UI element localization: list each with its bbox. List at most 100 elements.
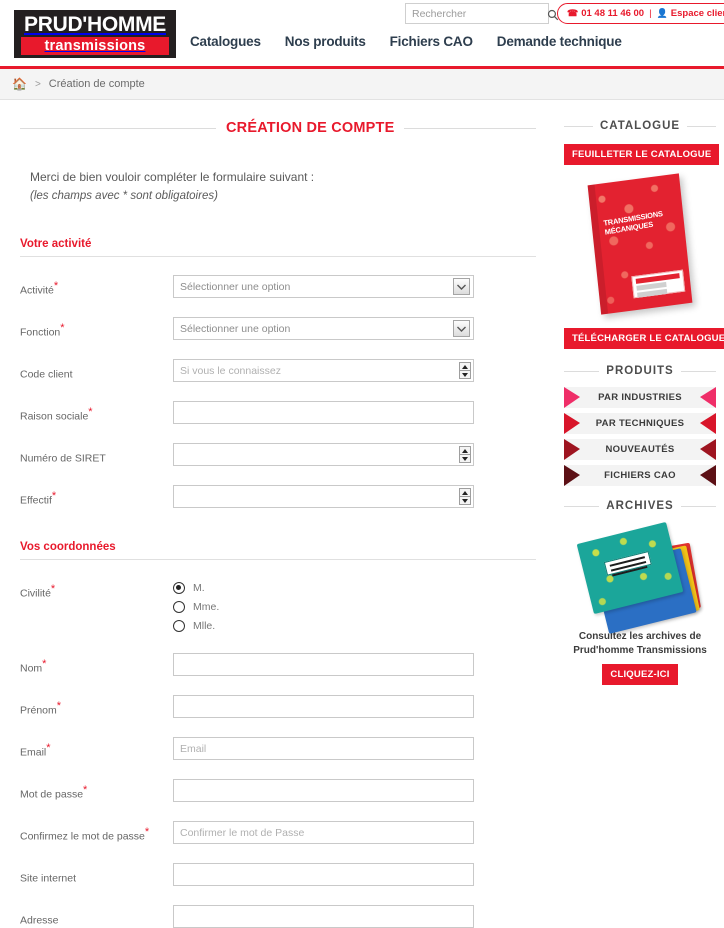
produits-label: PAR INDUSTRIES (598, 392, 682, 403)
field-site-internet: Site internet (20, 845, 536, 887)
produits-item-fichiers-cao[interactable]: FICHIERS CAO (564, 465, 716, 486)
siret-input[interactable] (173, 443, 474, 466)
fonction-select[interactable]: Sélectionner une option (173, 317, 474, 340)
field-activite: Activité* Sélectionner une option (20, 257, 536, 299)
telecharger-catalogue-button[interactable]: TÉLÉCHARGER LE CATALOGUE (564, 328, 724, 349)
field-label-adresse: Adresse (20, 905, 173, 927)
required-marker: * (56, 700, 62, 712)
confirmez-input[interactable] (173, 821, 474, 844)
field-control-confirmez (173, 821, 474, 844)
field-control-prenom (173, 695, 474, 718)
produits-item-par-industries[interactable]: PAR INDUSTRIES (564, 387, 716, 408)
field-code-client: Code client (20, 341, 536, 383)
archives-image[interactable] (564, 520, 716, 634)
radio-icon-m[interactable] (173, 581, 185, 594)
catalogue-heading-text: CATALOGUE (599, 120, 681, 132)
arrow-right-icon (564, 387, 580, 408)
catalogue-book: TRANSMISSIONS MÉCANIQUES (587, 172, 693, 315)
archives-book-stack (576, 521, 702, 634)
field-label-civilite: Civilité* (20, 578, 173, 600)
spinner-up-icon[interactable] (460, 447, 470, 455)
field-control-adresse: Adresse * (173, 905, 474, 928)
field-label-siret: Numéro de SIRET (20, 443, 173, 465)
required-marker: * (46, 742, 51, 754)
field-control-site-internet (173, 863, 474, 886)
spinner-down-icon[interactable] (460, 455, 470, 462)
activite-select[interactable]: Sélectionner une option (173, 275, 474, 298)
label-text: Adresse (20, 914, 59, 927)
radio-icon-mme[interactable] (173, 600, 185, 613)
label-text: Nom (20, 662, 43, 675)
nav-item-demande-technique[interactable]: Demande technique (497, 34, 622, 49)
spinner-up-icon[interactable] (460, 363, 470, 371)
field-control-siret (173, 443, 474, 466)
produits-item-par-techniques[interactable]: PAR TECHNIQUES (564, 413, 716, 434)
heading-rule-left (564, 505, 600, 507)
phone-icon: ☎ (567, 8, 579, 18)
label-text: Fonction (20, 326, 61, 339)
spinner-down-icon[interactable] (460, 497, 470, 504)
label-text: Effectif (20, 494, 52, 507)
label-text: Activité (20, 284, 54, 297)
spinner-up-icon[interactable] (460, 489, 470, 497)
field-adresse: Adresse Adresse * (20, 887, 536, 928)
heading-rule-right (680, 505, 716, 507)
radio-option-m[interactable]: M. (173, 578, 474, 597)
field-control-raison-sociale (173, 401, 474, 424)
code-client-input[interactable] (173, 359, 474, 382)
heading-rule-left (564, 125, 593, 127)
radio-option-mme[interactable]: Mme. (173, 597, 474, 616)
produits-label: NOUVEAUTÉS (605, 444, 675, 455)
spinner-down-icon[interactable] (460, 371, 470, 378)
adresse-input[interactable] (173, 905, 474, 928)
chevron-down-icon[interactable] (453, 320, 470, 337)
label-text: Email (20, 746, 47, 759)
user-icon: 👤 (656, 8, 668, 18)
nav-item-catalogues[interactable]: Catalogues (190, 34, 261, 49)
number-spinner[interactable] (459, 446, 471, 463)
site-internet-input[interactable] (173, 863, 474, 886)
sidebar-heading-catalogue: CATALOGUE (564, 120, 716, 132)
produits-label: FICHIERS CAO (604, 470, 676, 481)
phone-number[interactable]: 01 48 11 46 00 (581, 8, 644, 19)
home-icon[interactable]: 🏠 (12, 77, 27, 91)
field-label-fonction: Fonction* (20, 317, 173, 339)
produits-label: PAR TECHNIQUES (595, 418, 685, 429)
field-label-confirmez: Confirmez le mot de passe* (20, 821, 173, 843)
effectif-input[interactable] (173, 485, 474, 508)
feuilleter-catalogue-button[interactable]: FEUILLETER LE CATALOGUE (564, 144, 720, 165)
radio-icon-mlle[interactable] (173, 619, 185, 632)
archives-cliquez-ici-button[interactable]: CLIQUEZ-ICI (602, 664, 678, 685)
label-text: Site internet (20, 872, 77, 885)
field-mot-de-passe: Mot de passe* (20, 761, 536, 803)
produits-item-nouveautes[interactable]: NOUVEAUTÉS (564, 439, 716, 460)
label-text: Mot de passe (20, 788, 84, 801)
logo-primary-text: PRUD'HOMME (24, 13, 166, 36)
nav-item-nos-produits[interactable]: Nos produits (285, 34, 366, 49)
arrow-left-icon (700, 387, 716, 408)
form-intro: Merci de bien vouloir compléter le formu… (30, 168, 556, 206)
radio-option-mlle[interactable]: Mlle. (173, 616, 474, 635)
nav-item-fichiers-cao[interactable]: Fichiers CAO (390, 34, 473, 49)
prenom-input[interactable] (173, 695, 474, 718)
raison-sociale-input[interactable] (173, 401, 474, 424)
chevron-down-icon[interactable] (453, 278, 470, 295)
nom-input[interactable] (173, 653, 474, 676)
archives-text-line-1: Consultez les archives de (578, 631, 702, 642)
number-spinner[interactable] (459, 362, 471, 379)
catalogue-cover-image[interactable]: TRANSMISSIONS MÉCANIQUES (564, 171, 716, 316)
required-marker: * (60, 322, 65, 334)
search-box[interactable] (405, 3, 559, 24)
mot-de-passe-input[interactable] (173, 779, 474, 802)
required-marker: * (50, 583, 56, 595)
number-spinner[interactable] (459, 488, 471, 505)
espace-client-link[interactable]: Espace client (671, 8, 724, 19)
contact-separator: | (649, 8, 652, 19)
email-input[interactable] (173, 737, 474, 760)
label-text: Prénom (20, 704, 57, 717)
field-confirmez-mot-de-passe: Confirmez le mot de passe* (20, 803, 536, 845)
search-input[interactable] (412, 7, 547, 20)
field-effectif: Effectif* (20, 467, 536, 509)
activite-select-value: Sélectionner une option (180, 280, 291, 293)
site-logo[interactable]: PRUD'HOMME transmissions (14, 10, 176, 58)
